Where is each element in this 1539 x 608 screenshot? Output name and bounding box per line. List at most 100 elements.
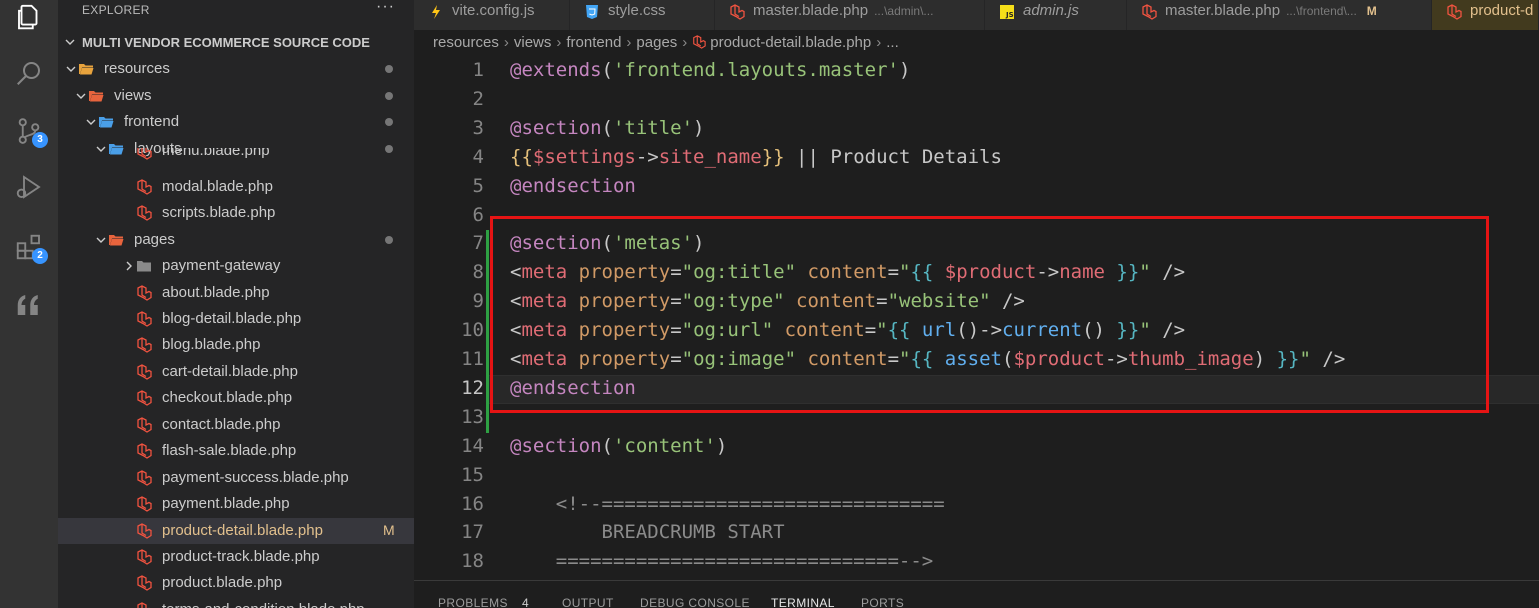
code-line[interactable]: BREADCRUMB START [510, 521, 785, 543]
tree-folder[interactable]: resources [58, 56, 414, 82]
tree-file[interactable]: terms-and-condition.blade.php [58, 597, 414, 608]
tree-file[interactable]: menu.blade.php [58, 148, 414, 164]
laravel-icon [1141, 4, 1157, 20]
tree-file[interactable]: payment-success.blade.php [58, 465, 414, 491]
explorer-sidebar: EXPLORER ··· MULTI VENDOR ECOMMERCE SOUR… [58, 0, 414, 608]
code-line[interactable]: {{$settings->site_name}} || Product Deta… [510, 146, 1002, 168]
line-number: 9 [472, 290, 484, 313]
tree-folder[interactable]: payment-gateway [58, 253, 414, 279]
source-control-icon[interactable]: 3 [14, 116, 48, 148]
line-number: 1 [472, 59, 484, 81]
editor-tab[interactable]: product-d [1432, 0, 1539, 30]
line-number: 7 [472, 232, 484, 255]
line-number: 4 [472, 145, 484, 168]
tree-file[interactable]: cart-detail.blade.php [58, 359, 414, 385]
line-number: 2 [472, 87, 484, 110]
tree-item-label: product-track.blade.php [162, 548, 320, 565]
laravel-file-icon [137, 285, 152, 301]
code-line[interactable]: ==============================--> [510, 550, 934, 572]
tree-file[interactable]: checkout.blade.php [58, 385, 414, 411]
tree-file[interactable]: product-track.blade.php [58, 544, 414, 570]
panel-tab-ports[interactable]: PORTS [861, 596, 904, 608]
panel-tab-output[interactable]: OUTPUT [562, 596, 614, 608]
vite-icon [428, 4, 444, 20]
project-root[interactable]: MULTI VENDOR ECOMMERCE SOURCE CODE [58, 32, 414, 54]
red-highlight-box [490, 216, 1489, 413]
tree-file[interactable]: flash-sale.blade.php [58, 438, 414, 464]
chevron-down-icon [96, 237, 106, 243]
line-number: 18 [461, 550, 484, 573]
chevron-right-icon [126, 261, 132, 271]
code-line[interactable]: @section('title') [510, 117, 705, 139]
laravel-file-icon [137, 205, 152, 221]
line-number: 5 [472, 174, 484, 197]
modified-dot [385, 118, 393, 126]
line-number: 17 [461, 521, 484, 544]
laravel-file-icon [137, 148, 152, 160]
laravel-file-icon [137, 602, 150, 608]
tree-file[interactable]: payment.blade.php [58, 491, 414, 517]
editor-tab[interactable]: JS admin.js [985, 0, 1127, 30]
code-line[interactable]: @endsection [510, 175, 636, 197]
tree-item-label: views [114, 87, 152, 104]
bottom-panel: PROBLEMS 4 OUTPUT DEBUG CONSOLE TERMINAL PORT… [414, 580, 1539, 608]
folder-open-icon [109, 235, 124, 246]
tab-label: product-d [1470, 2, 1534, 19]
run-debug-icon[interactable] [14, 172, 44, 202]
tree-file[interactable]: blog.blade.php [58, 332, 414, 358]
editor-tab[interactable]: master.blade.php ...\frontend\... M [1127, 0, 1432, 30]
code-line[interactable]: @section('content') [510, 435, 727, 457]
quote-icon[interactable] [14, 290, 44, 320]
editor-tab[interactable]: style.css [570, 0, 715, 30]
laravel-file-icon [137, 179, 152, 195]
breadcrumb-item[interactable]: resources [433, 34, 499, 51]
breadcrumb-item[interactable]: pages [636, 34, 677, 51]
tree-folder[interactable]: views [58, 83, 414, 109]
code-line[interactable]: @extends('frontend.layouts.master') [510, 59, 910, 81]
laravel-file-icon [137, 443, 152, 459]
tree-item-label: checkout.blade.php [162, 389, 293, 406]
tree-file[interactable]: about.blade.php [58, 280, 414, 306]
breadcrumb-item[interactable]: ... [886, 34, 899, 51]
more-actions-icon[interactable]: ··· [376, 0, 395, 16]
line-number: 12 [461, 376, 484, 399]
modified-dot [385, 92, 393, 100]
panel-tab-debug-console[interactable]: DEBUG CONSOLE [640, 596, 750, 608]
tree-item-label: product.blade.php [162, 574, 283, 591]
breadcrumb-separator: › [556, 34, 562, 51]
extensions-icon[interactable]: 2 [14, 232, 48, 264]
tree-file[interactable]: product-detail.blade.php M [58, 518, 414, 544]
editor-tab[interactable]: vite.config.js [414, 0, 570, 30]
line-number: 3 [472, 116, 484, 139]
tree-file[interactable]: contact.blade.php [58, 412, 414, 438]
tree-folder[interactable]: frontend [58, 109, 414, 135]
chevron-down-icon [76, 93, 86, 99]
explorer-icon[interactable] [14, 2, 44, 32]
tree-file[interactable]: product.blade.php [58, 570, 414, 596]
laravel-file-icon [137, 523, 152, 539]
tree-file[interactable]: scripts.blade.php [58, 200, 414, 226]
panel-tab-terminal[interactable]: TERMINAL [771, 596, 835, 608]
breadcrumb-item[interactable]: product-detail.blade.php [710, 34, 871, 51]
breadcrumb-item[interactable]: frontend [566, 34, 621, 51]
search-icon[interactable] [14, 58, 44, 88]
laravel-file-icon [137, 364, 152, 380]
tree-file[interactable]: blog-detail.blade.php [58, 306, 414, 332]
tab-label: style.css [608, 2, 666, 19]
css-icon [584, 4, 600, 20]
git-added-marker [486, 230, 489, 433]
code-editor[interactable]: 1 @extends('frontend.layouts.master') 2 3 @s… [414, 56, 1539, 580]
breadcrumb-item[interactable]: views [514, 34, 552, 51]
tree-item-label: frontend [124, 113, 180, 130]
editor-tab[interactable]: master.blade.php ...\admin\... [715, 0, 985, 30]
project-name: MULTI VENDOR ECOMMERCE SOURCE CODE [82, 35, 370, 50]
laravel-file-icon [137, 337, 152, 353]
tree-folder[interactable]: pages [58, 227, 414, 253]
laravel-file-icon [137, 311, 152, 327]
tree-item-label: modal.blade.php [162, 178, 273, 195]
code-line[interactable]: <!--============================== [510, 493, 945, 515]
breadcrumb-separator: › [682, 34, 688, 51]
tree-item-label: payment-gateway [162, 257, 281, 274]
tree-file[interactable]: modal.blade.php [58, 174, 414, 200]
panel-tab-problems[interactable]: PROBLEMS [438, 596, 508, 608]
